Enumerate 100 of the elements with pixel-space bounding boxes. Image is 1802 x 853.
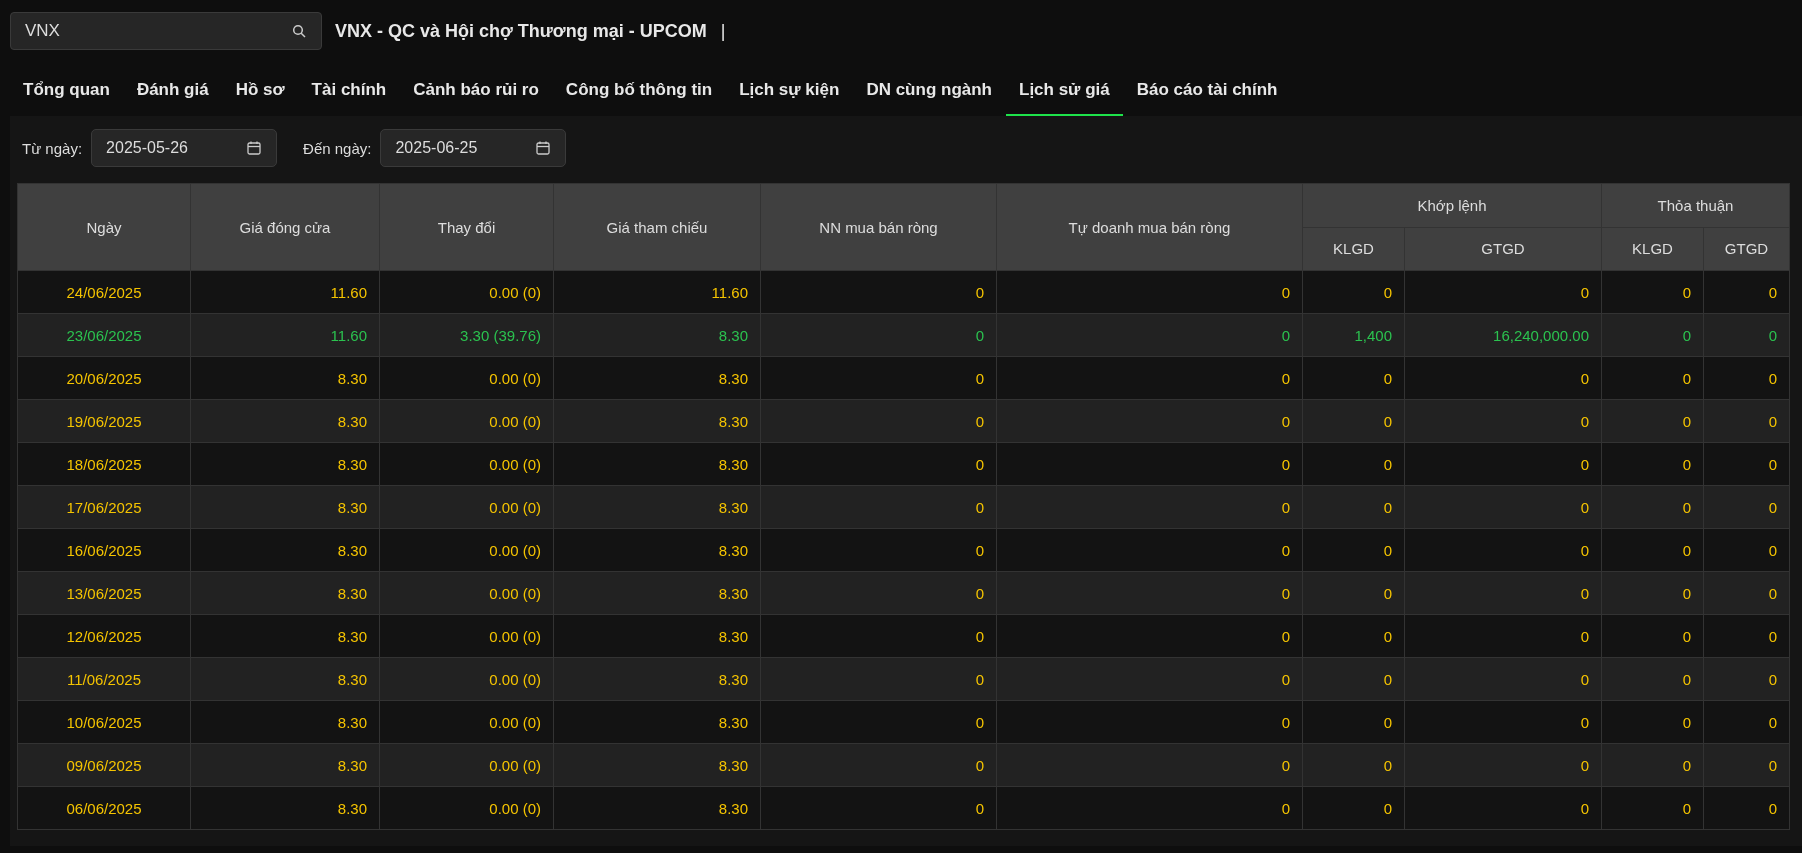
table-cell: 0 (760, 786, 997, 830)
search-icon[interactable] (292, 24, 306, 38)
table-cell: 0 (1404, 657, 1602, 701)
table-cell: 0 (760, 356, 997, 400)
table-cell: 0 (1302, 485, 1405, 529)
table-cell: 0 (1601, 571, 1704, 615)
table-cell: 0 (1601, 657, 1704, 701)
column-group-header: Khớp lệnh (1302, 183, 1602, 227)
table-cell: 0 (996, 399, 1303, 443)
table-cell: 0 (1404, 528, 1602, 572)
table-cell: 23/06/2025 (17, 313, 191, 357)
table-cell: 0 (1703, 313, 1790, 357)
table-cell: 0 (1703, 700, 1790, 744)
table-cell: 0.00 (0) (379, 270, 554, 314)
table-cell: 0 (1404, 700, 1602, 744)
table-cell: 8.30 (190, 700, 380, 744)
table-cell: 0 (1302, 657, 1405, 701)
table-cell: 0 (996, 700, 1303, 744)
table-cell: 8.30 (553, 356, 761, 400)
tab[interactable]: Tài chính (298, 74, 400, 116)
column-header: KLGD (1302, 227, 1405, 271)
table-cell: 0 (1703, 786, 1790, 830)
table-cell: 0 (1302, 571, 1405, 615)
table-cell: 19/06/2025 (17, 399, 191, 443)
table-cell: 11.60 (553, 270, 761, 314)
table-cell: 24/06/2025 (17, 270, 191, 314)
table-cell: 8.30 (190, 356, 380, 400)
table-cell: 0 (1703, 399, 1790, 443)
table-cell: 8.30 (553, 700, 761, 744)
table-cell: 0 (996, 528, 1303, 572)
table-cell: 16,240,000.00 (1404, 313, 1602, 357)
date-field[interactable]: 2025-05-26 (91, 129, 278, 167)
table-cell: 0 (1302, 528, 1405, 572)
table-cell: 0 (996, 485, 1303, 529)
table-cell: 11/06/2025 (17, 657, 191, 701)
tab[interactable]: Lịch sự kiện (726, 74, 853, 116)
table-cell: 0 (760, 313, 997, 357)
table-cell: 0 (760, 700, 997, 744)
table-cell: 8.30 (190, 399, 380, 443)
table-cell: 0 (760, 657, 997, 701)
search-field[interactable]: VNX (10, 12, 322, 50)
table-cell: 8.30 (553, 571, 761, 615)
table-cell: 0 (1404, 356, 1602, 400)
table-cell: 0 (1601, 270, 1704, 314)
tab[interactable]: Cảnh báo rủi ro (400, 74, 552, 116)
calendar-icon[interactable] (535, 140, 552, 156)
table-cell: 0 (996, 313, 1303, 357)
table-cell: 06/06/2025 (17, 786, 191, 830)
column-header: Thay đổi (379, 183, 554, 271)
table-cell: 0 (1703, 614, 1790, 658)
table-cell: 0 (1703, 356, 1790, 400)
table-cell: 0 (760, 485, 997, 529)
table-cell: 0 (760, 528, 997, 572)
column-header: Giá tham chiếu (553, 183, 761, 271)
table-cell: 8.30 (553, 399, 761, 443)
date-label: Đến ngày: (303, 139, 372, 157)
table-cell: 8.30 (190, 786, 380, 830)
column-header: Ngày (17, 183, 191, 271)
table-cell: 8.30 (190, 571, 380, 615)
tab[interactable]: Tổng quan (10, 74, 123, 116)
table-cell: 11.60 (190, 313, 380, 357)
text-cursor: | (720, 20, 726, 42)
tab[interactable]: Báo cáo tài chính (1123, 74, 1291, 116)
table-cell: 0 (1703, 657, 1790, 701)
table-cell: 0.00 (0) (379, 485, 554, 529)
table-cell: 0 (996, 786, 1303, 830)
table-cell: 0 (1404, 485, 1602, 529)
table-cell: 0 (760, 270, 997, 314)
table-cell: 0 (1703, 528, 1790, 572)
table-cell: 09/06/2025 (17, 743, 191, 787)
table-cell: 0 (1601, 743, 1704, 787)
table-cell: 0 (760, 614, 997, 658)
table-cell: 0 (1302, 270, 1405, 314)
column-header: GTGD (1404, 227, 1602, 271)
table-cell: 8.30 (553, 442, 761, 486)
table-cell: 8.30 (553, 657, 761, 701)
table-cell: 0 (996, 614, 1303, 658)
table-cell: 0 (996, 657, 1303, 701)
date-field[interactable]: 2025-06-25 (380, 129, 567, 167)
table-cell: 0 (996, 571, 1303, 615)
table-cell: 13/06/2025 (17, 571, 191, 615)
table-cell: 20/06/2025 (17, 356, 191, 400)
table-cell: 0 (996, 442, 1303, 486)
table-cell: 0.00 (0) (379, 786, 554, 830)
table-cell: 0 (1601, 399, 1704, 443)
table-cell: 0.00 (0) (379, 700, 554, 744)
table-cell: 0.00 (0) (379, 571, 554, 615)
table-cell: 0 (760, 442, 997, 486)
table-cell: 0 (1302, 614, 1405, 658)
table-cell: 8.30 (553, 485, 761, 529)
stock-title: VNX - QC và Hội chợ Thương mại - UPCOM (335, 20, 707, 42)
table-cell: 8.30 (553, 786, 761, 830)
tab[interactable]: Hồ sơ (222, 74, 298, 116)
tab[interactable]: DN cùng ngành (853, 74, 1005, 116)
table-cell: 0 (760, 743, 997, 787)
tab[interactable]: Công bố thông tin (552, 74, 726, 116)
tab[interactable]: Đánh giá (123, 74, 222, 116)
table-cell: 0 (1601, 528, 1704, 572)
calendar-icon[interactable] (246, 140, 263, 156)
table-cell: 8.30 (190, 657, 380, 701)
